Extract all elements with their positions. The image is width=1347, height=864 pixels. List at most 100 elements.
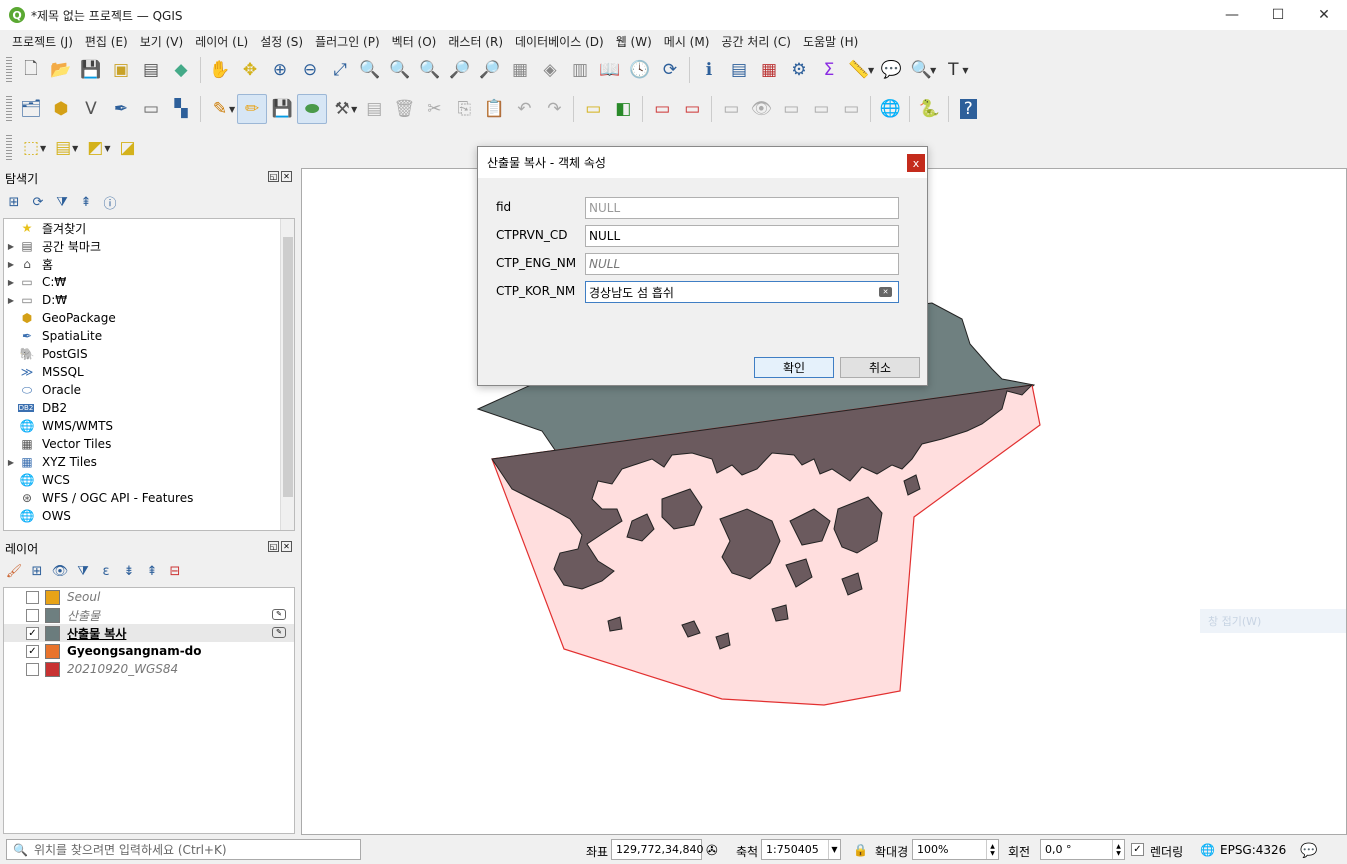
copy-features-icon[interactable]: ⎘ [449,94,479,124]
toolbar-handle[interactable] [6,96,12,122]
browser-scroll-thumb[interactable] [283,237,293,497]
lock-scale-icon[interactable]: 🔒 [853,843,868,857]
save-layer-edits-icon[interactable]: 💾 [267,94,297,124]
zoom-native-icon[interactable]: 🔍 [415,55,445,85]
crs-label[interactable]: EPSG:4326 [1220,843,1286,857]
browser-item-oracle[interactable]: ⬭ Oracle [4,381,294,399]
help-icon[interactable]: ? [953,94,983,124]
menu-web[interactable]: 웹 (W) [610,33,658,50]
expand-arrow-icon[interactable]: ▶ [4,458,18,467]
layer-row-seoul[interactable]: Seoul [4,588,294,606]
browser-scrollbar[interactable] [280,219,294,530]
filter-browser-icon[interactable]: ⧩ [52,192,72,212]
cut-features-icon[interactable]: ✂ [419,94,449,124]
menu-project[interactable]: 프로젝트 (J) [6,33,79,50]
magnifier-spinbox[interactable]: 100% ▲ ▼ [912,839,999,860]
new-3d-view-icon[interactable]: ◈ [535,55,565,85]
cancel-button[interactable]: 취소 [840,357,920,378]
modify-attributes-icon[interactable]: ▤ [359,94,389,124]
options-gear-icon[interactable]: ⚙ [784,55,814,85]
label-toolbar-icon[interactable]: ▭ [578,94,608,124]
zoom-next-icon[interactable]: 🔎 [475,55,505,85]
locator-search-input[interactable]: 🔍 위치를 찾으려면 입력하세요 (Ctrl+K) [6,839,361,860]
add-group-icon[interactable]: ⊞ [27,561,47,581]
float-panel-icon[interactable]: ◱ [268,171,279,182]
change-label-icon[interactable]: ▭ [806,94,836,124]
browser-item-wcs[interactable]: 🌐 WCS [4,471,294,489]
browser-item-home[interactable]: ▶ ⌂ 홈 [4,255,294,273]
layer-row-output[interactable]: 산출물 ✎ [4,606,294,624]
open-project-icon[interactable]: 📂 [46,55,76,85]
browser-item-xyz-tiles[interactable]: ▶ ▦ XYZ Tiles [4,453,294,471]
scale-dropdown-icon[interactable]: ▼ [828,840,840,859]
maximize-button[interactable]: ☐ [1255,0,1301,30]
delete-selected-icon[interactable]: 🗑 [389,94,419,124]
render-checkbox[interactable]: ✓ [1131,843,1144,856]
new-project-icon[interactable]: 🗋 [16,55,46,85]
browser-item-wfs[interactable]: ⊛ WFS / OGC API - Features [4,489,294,507]
menu-settings[interactable]: 설정 (S) [254,33,309,50]
ctp-kor-nm-field[interactable]: 경상남도 섬 흡쉬 ✕ [585,281,899,303]
coordinate-field[interactable]: 129,772,34,840 [611,839,703,860]
close-panel-icon[interactable]: ✕ [281,541,292,552]
redo-icon[interactable]: ↷ [539,94,569,124]
undo-icon[interactable]: ↶ [509,94,539,124]
identify-features-icon[interactable]: ℹ [694,55,724,85]
zoom-selection-icon[interactable]: 🔍 [355,55,385,85]
ctprvn-cd-field[interactable]: NULL [585,225,899,247]
expand-arrow-icon[interactable]: ▶ [4,278,18,287]
layer-row-gyeongsangnam[interactable]: ✓ Gyeongsangnam-do [4,642,294,660]
expand-arrow-icon[interactable]: ▶ [4,260,18,269]
toggle-extents-icon[interactable]: ✇ [706,843,718,859]
refresh-icon[interactable]: ⟳ [655,55,685,85]
menu-mesh[interactable]: 메시 (M) [658,33,716,50]
temporal-controller-icon[interactable]: 🕓 [625,55,655,85]
browser-item-vector-tiles[interactable]: ▦ Vector Tiles [4,435,294,453]
new-map-view-icon[interactable]: ▦ [505,55,535,85]
zoom-out-icon[interactable]: ⊖ [295,55,325,85]
layer-visibility-checkbox[interactable]: ✓ [26,626,39,640]
browser-item-postgis[interactable]: 🐘 PostGIS [4,345,294,363]
map-tips-icon[interactable]: 💬 [876,55,906,85]
locator-dropdown-icon[interactable]: ▼ [930,66,936,75]
browser-item-wms[interactable]: 🌐 WMS/WMTS [4,417,294,435]
browser-item-ows[interactable]: 🌐 OWS [4,507,294,525]
save-project-icon[interactable]: 💾 [76,55,106,85]
select-dropdown-icon[interactable]: ▼ [40,144,46,153]
new-print-layout-icon[interactable]: ▣ [106,55,136,85]
sum-icon[interactable]: Σ [814,55,844,85]
label-properties-icon[interactable]: ▭ [836,94,866,124]
browser-item-drive-c[interactable]: ▶ ▭ C:₩ [4,273,294,291]
show-bookmarks-icon[interactable]: 📖 [595,55,625,85]
data-source-manager-icon[interactable]: 🗂 [16,94,46,124]
rotation-spin-icon[interactable]: ▲ ▼ [1112,840,1124,859]
scale-combobox[interactable]: 1:750405 ▼ [761,839,841,860]
menu-plugins[interactable]: 플러그인 (P) [309,33,386,50]
pan-to-selection-icon[interactable]: ✥ [235,55,265,85]
select-value-dropdown-icon[interactable]: ▼ [72,144,78,153]
fid-field[interactable]: NULL [585,197,899,219]
vertex-dropdown-icon[interactable]: ▼ [351,105,357,114]
browser-item-mssql[interactable]: ≫ MSSQL [4,363,294,381]
add-temporary-layer-icon[interactable]: ▭ [136,94,166,124]
layer-visibility-checkbox[interactable] [26,662,39,676]
menu-edit[interactable]: 편집 (E) [79,33,134,50]
metasearch-icon[interactable]: 🌐 [875,94,905,124]
close-panel-icon[interactable]: ✕ [281,171,292,182]
new-geopackage-layer-icon[interactable]: ⬢ [46,94,76,124]
layer-row-output-copy[interactable]: ✓ 산출물 복사 ✎ [4,624,294,642]
rotation-spinbox[interactable]: 0,0 ° ▲ ▼ [1040,839,1125,860]
annotation-dropdown-icon[interactable]: ▼ [962,66,968,75]
toggle-editing-icon[interactable]: ✏ [237,94,268,124]
zoom-layer-icon[interactable]: 🔍 [385,55,415,85]
minimize-button[interactable]: — [1209,0,1255,30]
browser-item-drive-d[interactable]: ▶ ▭ D:₩ [4,291,294,309]
browser-item-db2[interactable]: DB2 DB2 [4,399,294,417]
measure-dropdown-icon[interactable]: ▼ [868,66,874,75]
new-shapefile-layer-icon[interactable]: V [76,94,106,124]
add-polygon-feature-icon[interactable]: ⬬ [297,94,328,124]
magnifier-spin-icon[interactable]: ▲ ▼ [986,840,998,859]
zoom-last-icon[interactable]: 🔎 [445,55,475,85]
menu-database[interactable]: 데이터베이스 (D) [509,33,610,50]
menu-help[interactable]: 도움말 (H) [797,33,864,50]
